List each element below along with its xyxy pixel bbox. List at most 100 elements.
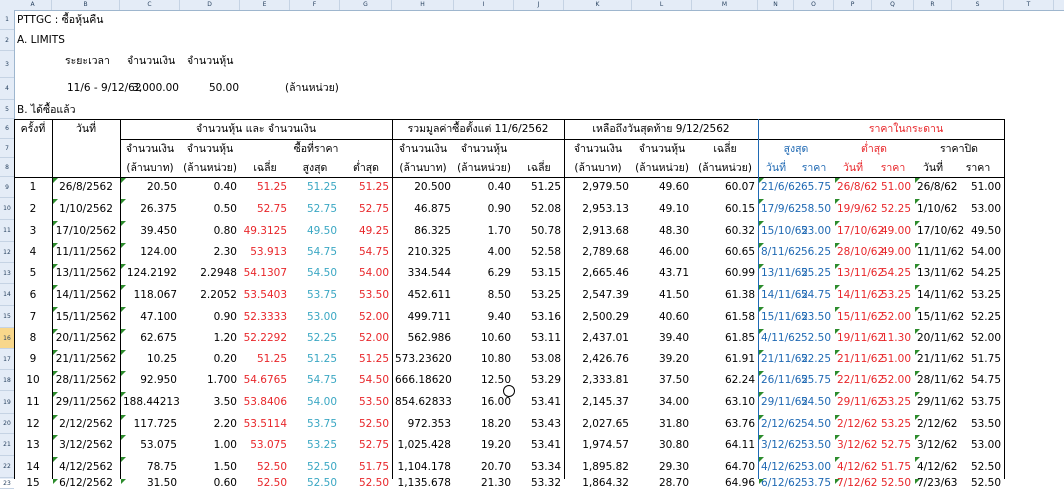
table-cell[interactable]: 53.50 [794, 306, 834, 328]
table-cell[interactable]: 1,895.82 [564, 456, 632, 478]
cell-grid[interactable]: PTTGC : ซื้อหุ้นคืน A. LIMITS ระยะเวลา จ… [14, 10, 1064, 489]
table-cell[interactable]: 52.50 [290, 478, 340, 489]
table-cell[interactable]: 0.20 [180, 349, 240, 370]
table-cell[interactable]: 52.2292 [240, 328, 290, 349]
table-cell[interactable]: 12 [14, 414, 52, 434]
table-cell[interactable]: 65.75 [794, 177, 834, 198]
row-header-8[interactable]: 8 [0, 158, 14, 177]
header-low-day[interactable]: วันที่ [834, 158, 872, 178]
table-cell[interactable]: 41.50 [632, 284, 692, 306]
section-a-label[interactable]: A. LIMITS [14, 30, 68, 50]
row-header-11[interactable]: 11 [0, 220, 14, 242]
header-high-price[interactable]: ราคา [794, 158, 834, 178]
table-cell[interactable]: 92.950 [120, 370, 180, 391]
header-cum-average[interactable]: เฉลี่ย [514, 158, 564, 178]
header-lowest[interactable]: ต่ำสุด [834, 139, 914, 159]
row-header-18[interactable]: 18 [0, 370, 14, 391]
header-highest[interactable]: สูงสุด [758, 139, 834, 159]
header-rem-average-unit[interactable]: (ล้านหน่วย) [692, 158, 758, 178]
row-header-1[interactable]: 1 [0, 10, 14, 30]
table-cell[interactable]: 52.25 [952, 306, 1004, 328]
table-cell[interactable]: 2,547.39 [564, 284, 632, 306]
table-cell[interactable]: 2,333.81 [564, 370, 632, 391]
table-cell[interactable]: 9 [14, 349, 52, 370]
table-cell[interactable]: 2/12/2562 [52, 414, 120, 434]
table-cell[interactable]: 52.75 [872, 434, 914, 456]
header-rem-amount[interactable]: จำนวนเงิน [564, 139, 632, 159]
table-cell[interactable]: 20.500 [392, 177, 454, 198]
table-cell[interactable]: 53.16 [514, 306, 564, 328]
header-date[interactable]: วันที่ [52, 119, 120, 139]
table-cell[interactable]: 2.2948 [180, 263, 240, 284]
row-header-4[interactable]: 4 [0, 78, 14, 100]
table-cell[interactable]: 0.80 [180, 220, 240, 242]
table-cell[interactable]: 452.611 [392, 284, 454, 306]
column-header-c[interactable]: C [120, 0, 180, 10]
header-group-board-price[interactable]: ราคาในกระดาน [758, 119, 1054, 139]
table-cell[interactable]: 63.10 [692, 391, 758, 414]
table-cell[interactable]: 5 [14, 263, 52, 284]
table-cell[interactable]: 334.544 [392, 263, 454, 284]
table-cell[interactable]: 49.3125 [240, 220, 290, 242]
table-cell[interactable]: 53.50 [340, 284, 392, 306]
row-header-19[interactable]: 19 [0, 391, 14, 414]
table-cell[interactable]: 54.75 [290, 370, 340, 391]
table-cell[interactable]: 3 [14, 220, 52, 242]
column-header-g[interactable]: G [340, 0, 392, 10]
column-header-a[interactable]: A [14, 0, 52, 10]
table-cell[interactable]: 2,913.68 [564, 220, 632, 242]
table-cell[interactable]: 60.32 [692, 220, 758, 242]
table-cell[interactable]: 1.00 [180, 434, 240, 456]
table-cell[interactable]: 11.30 [872, 328, 914, 349]
header-shares[interactable]: จำนวนหุ้น [180, 139, 240, 159]
table-cell[interactable]: 53.25 [872, 414, 914, 434]
table-cell[interactable]: 1.20 [180, 328, 240, 349]
table-cell[interactable]: 54.75 [290, 242, 340, 263]
header-rem-shares-unit[interactable]: (ล้านหน่วย) [632, 158, 692, 178]
table-cell[interactable]: 62.24 [692, 370, 758, 391]
table-cell[interactable]: 2,437.01 [564, 328, 632, 349]
table-cell[interactable]: 20.50 [120, 177, 180, 198]
table-cell[interactable]: 499.711 [392, 306, 454, 328]
table-cell[interactable]: 60.65 [692, 242, 758, 263]
table-cell[interactable]: 2.20 [180, 414, 240, 434]
header-cum-amount-unit[interactable]: (ล้านบาท) [392, 158, 454, 178]
table-cell[interactable]: 21/11/2562 [52, 349, 120, 370]
table-cell[interactable]: 54.75 [340, 242, 392, 263]
header-rem-amount-unit[interactable]: (ล้านบาท) [564, 158, 632, 178]
table-cell[interactable]: 53.00 [952, 434, 1004, 456]
column-header-j[interactable]: J [514, 0, 564, 10]
column-header-d[interactable]: D [180, 0, 240, 10]
table-cell[interactable]: 1,104.178 [392, 456, 454, 478]
table-cell[interactable]: 8.50 [454, 284, 514, 306]
table-cell[interactable]: 52.75 [240, 198, 290, 220]
table-cell[interactable]: 51.00 [872, 349, 914, 370]
table-cell[interactable]: 2,500.29 [564, 306, 632, 328]
table-cell[interactable]: 60.99 [692, 263, 758, 284]
table-cell[interactable]: 8 [14, 328, 52, 349]
table-cell[interactable]: 54.50 [794, 414, 834, 434]
header-amount[interactable]: จำนวนเงิน [120, 139, 180, 159]
section-b-label[interactable]: B. ได้ซื้อแล้ว [14, 100, 79, 120]
table-cell[interactable]: 53.8406 [240, 391, 290, 414]
column-header-k[interactable]: K [564, 0, 632, 10]
table-cell[interactable]: 53.50 [952, 414, 1004, 434]
table-cell[interactable]: 17/10/2562 [52, 220, 120, 242]
table-cell[interactable]: 52.50 [290, 456, 340, 478]
table-cell[interactable]: 0.50 [180, 198, 240, 220]
header-close[interactable]: ราคาปิด [914, 139, 1004, 159]
table-cell[interactable]: 51.25 [290, 349, 340, 370]
table-cell[interactable]: 10.25 [120, 349, 180, 370]
table-cell[interactable]: 9.40 [454, 306, 514, 328]
table-cell[interactable]: 14/11/2562 [52, 284, 120, 306]
table-cell[interactable]: 52.00 [340, 306, 392, 328]
table-cell[interactable]: 2,953.13 [564, 198, 632, 220]
table-cell[interactable]: 1 [14, 177, 52, 198]
row-header-14[interactable]: 14 [0, 284, 14, 306]
table-cell[interactable]: 52.75 [340, 198, 392, 220]
table-cell[interactable]: 562.986 [392, 328, 454, 349]
column-header-e[interactable]: E [240, 0, 290, 10]
table-cell[interactable]: 10 [14, 370, 52, 391]
header-cum-shares-unit[interactable]: (ล้านหน่วย) [454, 158, 514, 178]
row-header-2[interactable]: 2 [0, 30, 14, 51]
